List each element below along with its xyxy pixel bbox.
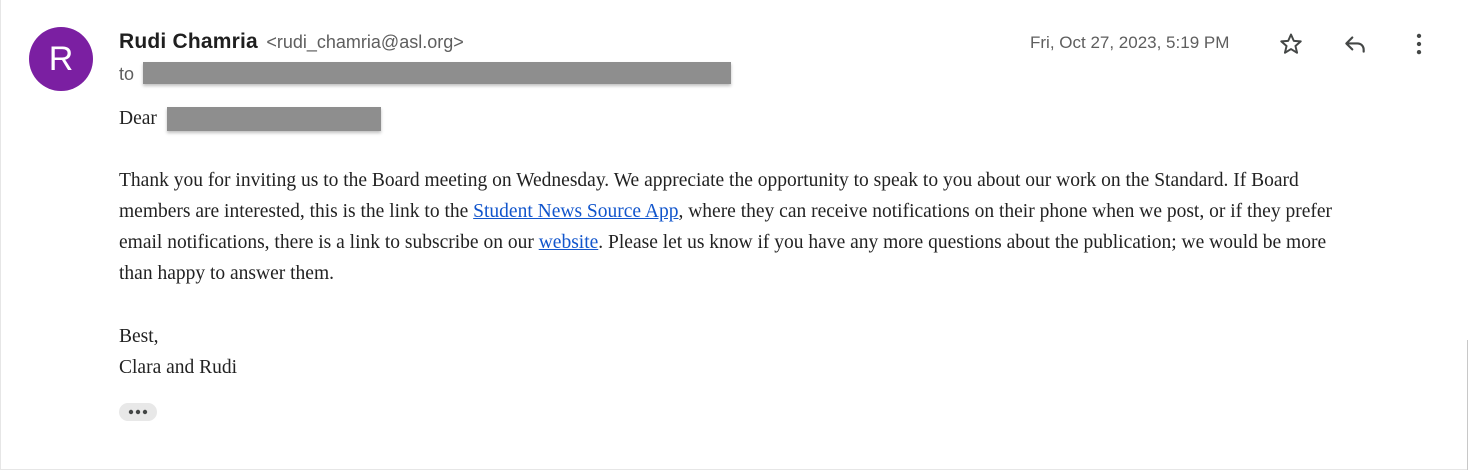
redacted-recipients (143, 62, 731, 84)
star-outline-icon (1280, 33, 1302, 54)
body-text: Thank you for inviting us to the Board m… (119, 170, 1299, 191)
body-line: members are interested, this is the link… (119, 201, 1332, 223)
email-message: R Rudi Chamria <rudi_chamria@asl.org> to… (0, 0, 1468, 470)
body-text: than happy to answer them. (119, 263, 334, 284)
body-text: . Please let us know if you have any mor… (598, 232, 1327, 253)
to-label: to (119, 64, 135, 84)
reply-button[interactable] (1335, 24, 1375, 64)
greeting-text: Dear (119, 108, 157, 129)
signature: Clara and Rudi (119, 357, 237, 379)
sender-name[interactable]: Rudi Chamria (119, 30, 258, 53)
sender-email: <rudi_chamria@asl.org> (266, 32, 464, 52)
body-line: email notifications, there is a link to … (119, 232, 1326, 254)
body-line: Thank you for inviting us to the Board m… (119, 170, 1299, 192)
website-link[interactable]: website (539, 232, 599, 253)
student-news-app-link[interactable]: Student News Source App (473, 201, 678, 222)
greeting: Dear (119, 108, 157, 130)
body-text: email notifications, there is a link to … (119, 232, 539, 253)
closing-text: Best, (119, 326, 159, 347)
more-horiz-icon (128, 409, 148, 415)
closing: Best, (119, 326, 159, 348)
redacted-name (167, 107, 381, 131)
more-vert-icon (1416, 33, 1422, 55)
recipients-line[interactable]: to (119, 64, 134, 85)
body-text: members are interested, this is the link… (119, 201, 474, 222)
show-trimmed-content-button[interactable] (119, 403, 157, 421)
star-button[interactable] (1271, 24, 1311, 64)
message-date: Fri, Oct 27, 2023, 5:19 PM (1030, 33, 1230, 52)
reply-icon (1345, 36, 1365, 53)
more-options-button[interactable] (1399, 24, 1439, 64)
sender-header: Rudi Chamria <rudi_chamria@asl.org> (119, 30, 464, 54)
avatar[interactable]: R (29, 27, 93, 91)
signature-text: Clara and Rudi (119, 357, 238, 378)
body-text: , where they can receive notifications o… (678, 201, 1332, 222)
body-line: than happy to answer them. (119, 263, 334, 285)
